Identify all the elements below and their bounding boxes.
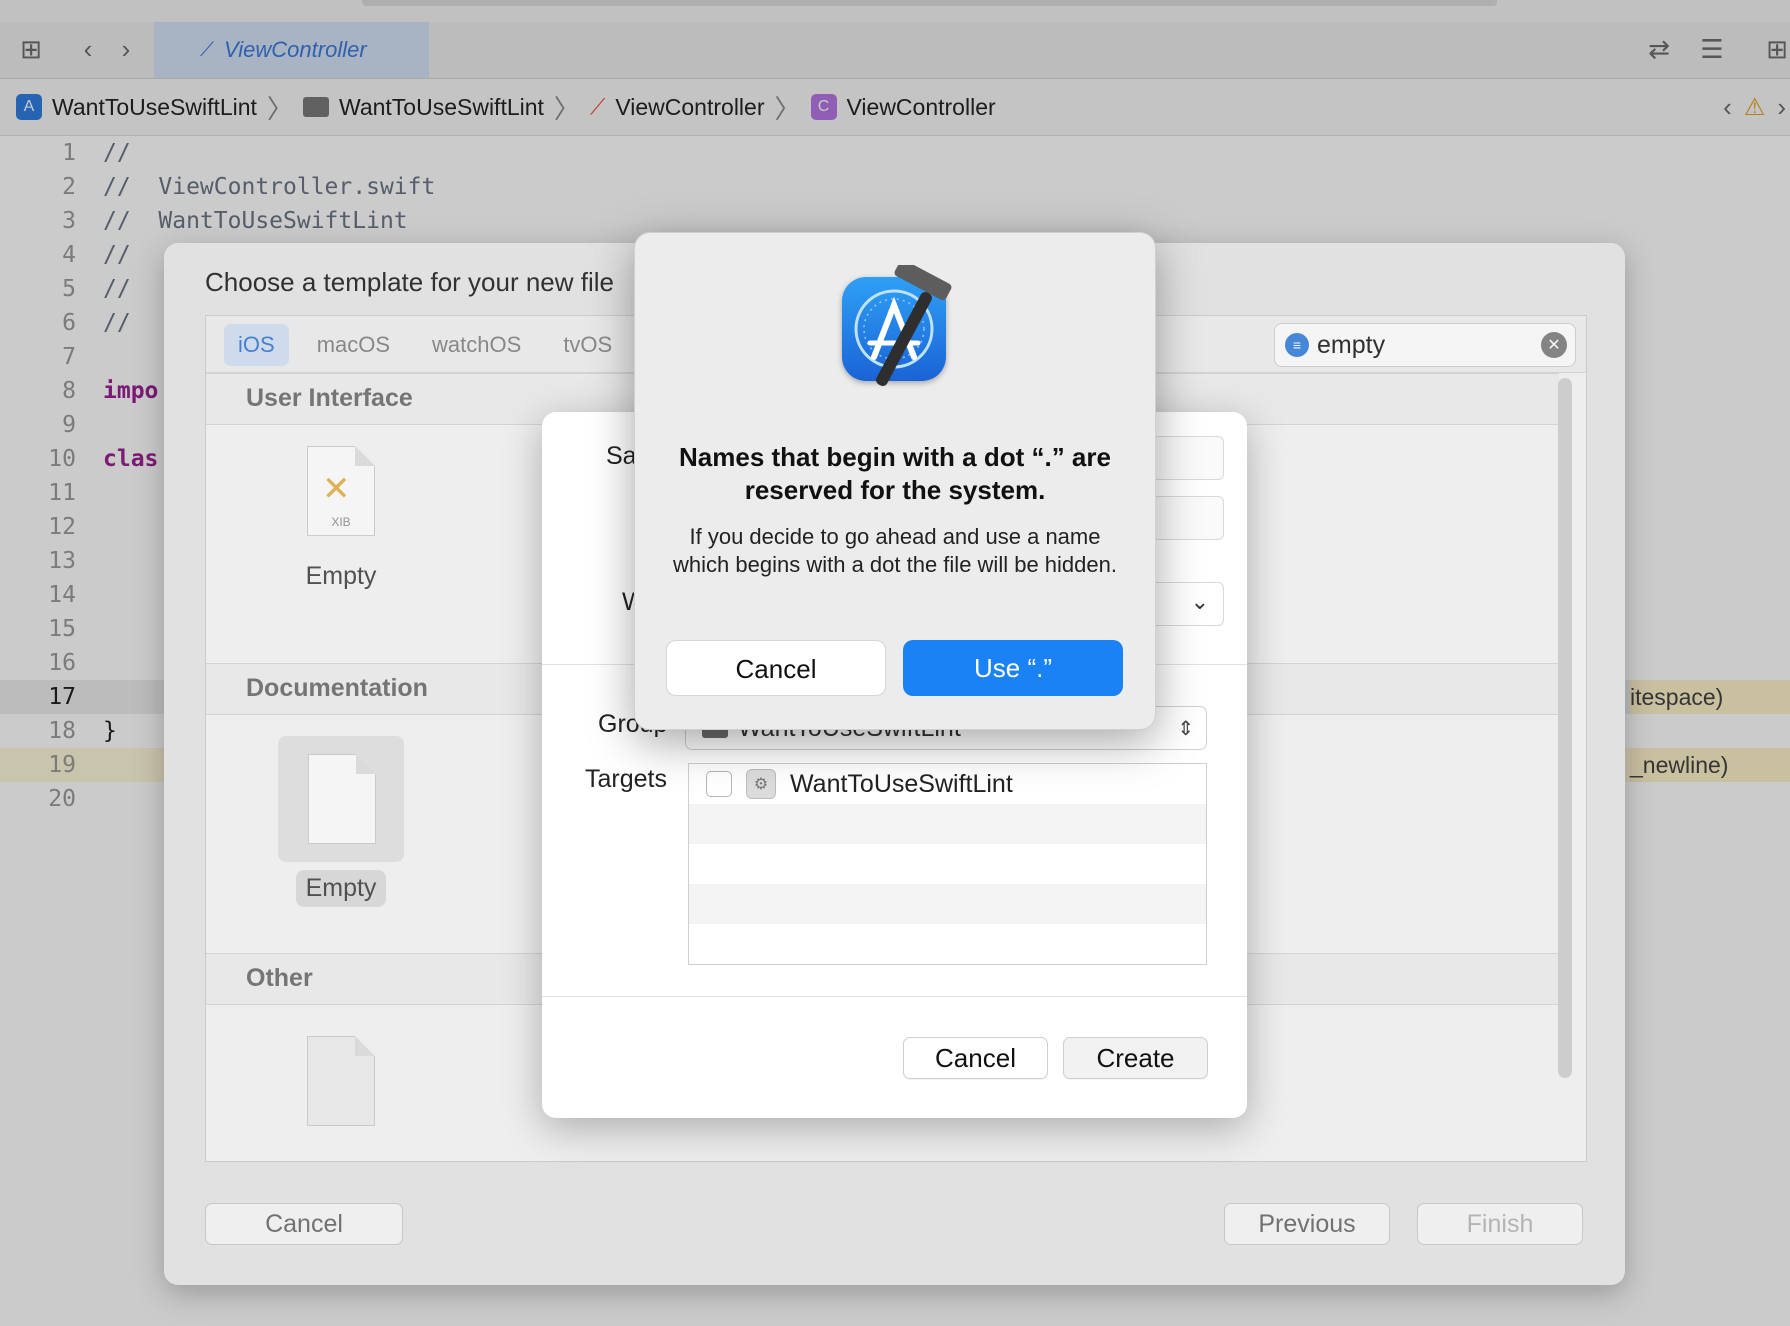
create-button[interactable]: Create xyxy=(1063,1037,1208,1079)
target-checkbox[interactable] xyxy=(706,771,732,797)
target-name: WantToUseSwiftLint xyxy=(790,769,1013,798)
alert-message: If you decide to go ahead and use a name… xyxy=(673,524,1117,577)
target-row-empty xyxy=(689,844,1206,884)
target-row-empty xyxy=(689,884,1206,924)
chevron-down-icon: ⌄ xyxy=(1190,589,1209,614)
alert-cancel-button[interactable]: Cancel xyxy=(666,640,886,696)
target-row-empty xyxy=(689,804,1206,844)
alert-title: Names that begin with a dot “.” are rese… xyxy=(679,442,1111,505)
target-row-empty xyxy=(689,924,1206,964)
save-as-label: Sa xyxy=(606,442,637,470)
save-panel-divider xyxy=(542,996,1247,997)
save-cancel-button[interactable]: Cancel xyxy=(903,1037,1048,1079)
updown-chevron-icon: ⇕ xyxy=(1177,717,1194,740)
targets-label: Targets xyxy=(585,765,667,793)
xcode-app-icon xyxy=(842,265,952,386)
reserved-name-alert: Names that begin with a dot “.” are rese… xyxy=(634,232,1156,730)
targets-list: ⚙ WantToUseSwiftLint xyxy=(688,763,1207,965)
target-row[interactable]: ⚙ WantToUseSwiftLint xyxy=(689,764,1206,804)
app-target-icon: ⚙ xyxy=(746,769,776,799)
use-dot-button[interactable]: Use “.” xyxy=(903,640,1123,696)
